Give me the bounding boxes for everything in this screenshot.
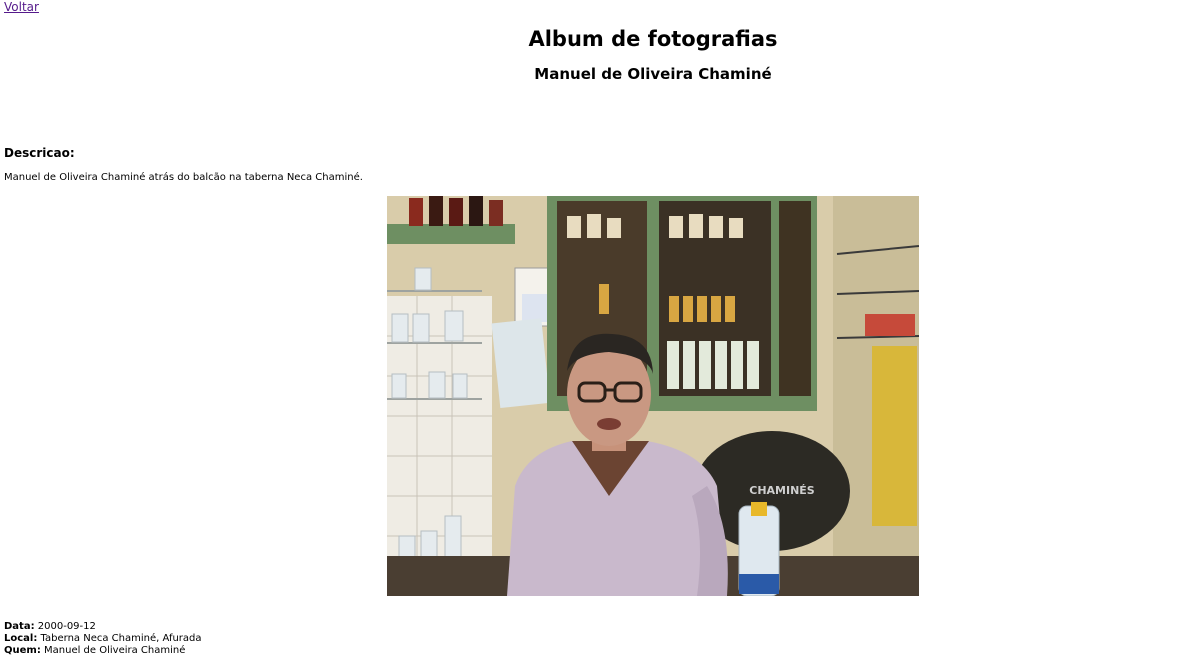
- detail-date-value: 2000-09-12: [37, 621, 96, 632]
- photo-person-mouth: [597, 418, 621, 430]
- detail-place-label: Local:: [4, 633, 38, 644]
- photo-crates: [872, 346, 917, 526]
- detail-who: Quem: Manuel de Oliveira Chaminé: [4, 645, 202, 657]
- photo-boxes: [865, 314, 915, 336]
- description-text: Manuel de Oliveira Chaminé atrás do balc…: [4, 172, 363, 183]
- photo-illustration: CHAMINÉS: [387, 196, 919, 596]
- detail-who-value: Manuel de Oliveira Chaminé: [44, 645, 186, 656]
- page-title: Album de fotografias: [528, 27, 778, 51]
- photo-bottle-cap: [751, 502, 767, 516]
- photo-barrel-label: CHAMINÉS: [749, 484, 815, 497]
- page-subtitle: Manuel de Oliveira Chaminé: [534, 65, 772, 83]
- detail-date-label: Data:: [4, 621, 35, 632]
- photo-bottle-label: [739, 574, 779, 594]
- photo-papers: [491, 318, 551, 409]
- detail-date: Data: 2000-09-12: [4, 621, 202, 633]
- back-link[interactable]: Voltar: [4, 0, 39, 14]
- photo-details: Data: 2000-09-12 Local: Taberna Neca Cha…: [4, 621, 202, 657]
- detail-who-label: Quem:: [4, 645, 41, 656]
- photo-cabinet-right-pane: [779, 201, 811, 396]
- photo-top-shelf: [387, 224, 515, 244]
- detail-place-value: Taberna Neca Chaminé, Afurada: [40, 633, 202, 644]
- description-heading: Descricao:: [4, 146, 75, 160]
- album-photo: CHAMINÉS: [387, 196, 919, 596]
- detail-place: Local: Taberna Neca Chaminé, Afurada: [4, 633, 202, 645]
